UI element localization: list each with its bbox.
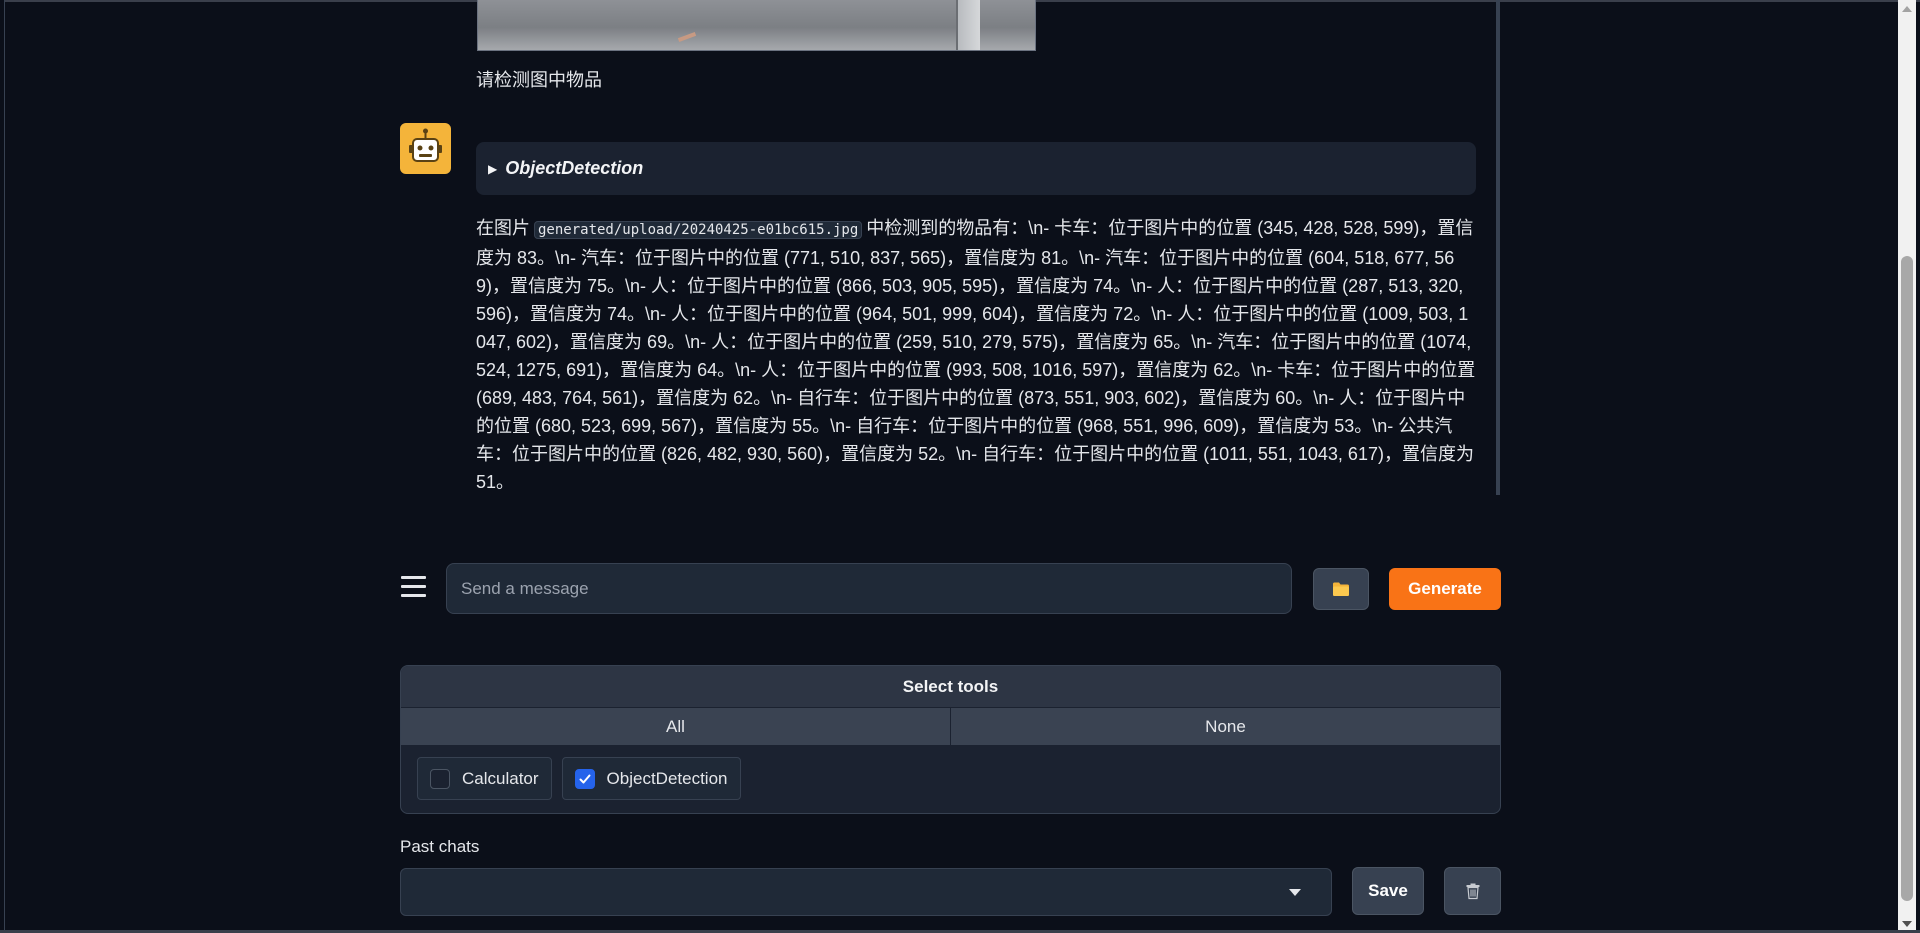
user-message: 请检测图中物品 [476, 70, 602, 90]
folder-icon [1333, 582, 1349, 596]
chat-scroll-track[interactable] [1496, 0, 1500, 495]
message-input[interactable] [446, 563, 1292, 614]
tool-option-calculator[interactable]: Calculator [417, 757, 552, 800]
chevron-down-icon [1289, 889, 1301, 896]
scroll-thumb[interactable] [1901, 256, 1913, 901]
past-chats-label: Past chats [400, 837, 480, 856]
tool-option-label: ObjectDetection [606, 768, 728, 788]
robot-icon [400, 123, 451, 174]
tool-options: Calculator ObjectDetection [401, 745, 1500, 812]
tab-all[interactable]: All [401, 708, 950, 745]
image-road-mark [677, 32, 697, 42]
upload-button[interactable] [1313, 568, 1369, 610]
bot-message-before: 在图片 [476, 218, 530, 238]
user-uploaded-image [477, 0, 1036, 51]
tool-call-name: ObjectDetection [505, 158, 644, 178]
expand-triangle-icon: ▶ [488, 161, 498, 176]
tab-none[interactable]: None [950, 708, 1500, 745]
bot-message: 在图片 generated/upload/20240425-e01bc615.jp… [476, 214, 1476, 496]
tool-option-label: Calculator [462, 768, 539, 788]
tools-panel: Select tools All None Calculator ObjectD… [400, 665, 1501, 814]
past-chats-dropdown[interactable] [400, 868, 1332, 916]
window-left-border [0, 0, 5, 933]
image-curb [956, 0, 980, 50]
tools-tabs: All None [401, 707, 1500, 745]
bot-message-after: 中检测到的物品有：\n- 卡车：位于图片中的位置 (345, 428, 528,… [476, 218, 1476, 492]
scroll-up-arrow-icon[interactable] [1902, 6, 1912, 12]
calculator-checkbox[interactable] [430, 768, 450, 789]
tool-call-details[interactable]: ▶ ObjectDetection [476, 142, 1476, 195]
trash-icon [1466, 883, 1479, 900]
tool-option-objectdetection[interactable]: ObjectDetection [561, 757, 741, 800]
hamburger-menu-icon[interactable] [401, 574, 426, 599]
page-scrollbar[interactable] [1898, 0, 1916, 933]
check-icon [579, 774, 591, 783]
save-button[interactable]: Save [1352, 867, 1424, 915]
objectdetection-checkbox[interactable] [574, 768, 595, 789]
scroll-down-arrow-icon[interactable] [1902, 921, 1912, 927]
delete-button[interactable] [1444, 867, 1501, 915]
bot-message-filepath: generated/upload/20240425-e01bc615.jpg [534, 221, 863, 239]
generate-button[interactable]: Generate [1389, 568, 1501, 610]
tools-header: Select tools [401, 666, 1500, 707]
